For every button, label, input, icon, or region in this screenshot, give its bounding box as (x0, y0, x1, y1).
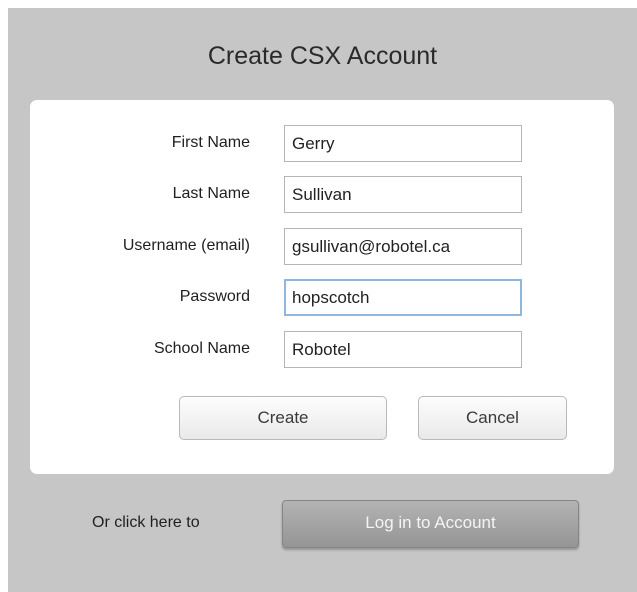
first-name-field[interactable] (284, 125, 522, 162)
school-name-field[interactable] (284, 331, 522, 368)
cancel-button[interactable]: Cancel (418, 396, 567, 440)
create-button[interactable]: Create (179, 396, 387, 440)
form-card: First Name Last Name Username (email) Pa… (30, 100, 614, 474)
school-name-label: School Name (153, 340, 250, 357)
password-field[interactable] (284, 279, 522, 316)
last-name-label: Last Name (172, 185, 250, 202)
last-name-field[interactable] (284, 176, 522, 213)
password-label: Password (179, 288, 250, 305)
log-in-button[interactable]: Log in to Account (282, 500, 579, 548)
create-account-dialog: Create CSX Account First Name Last Name … (8, 8, 637, 592)
dialog-title: Create CSX Account (207, 42, 438, 70)
username-email-field[interactable] (284, 228, 522, 265)
username-label: Username (email) (122, 237, 250, 254)
first-name-label: First Name (171, 134, 250, 151)
login-prompt-text: Or click here to (92, 514, 200, 531)
